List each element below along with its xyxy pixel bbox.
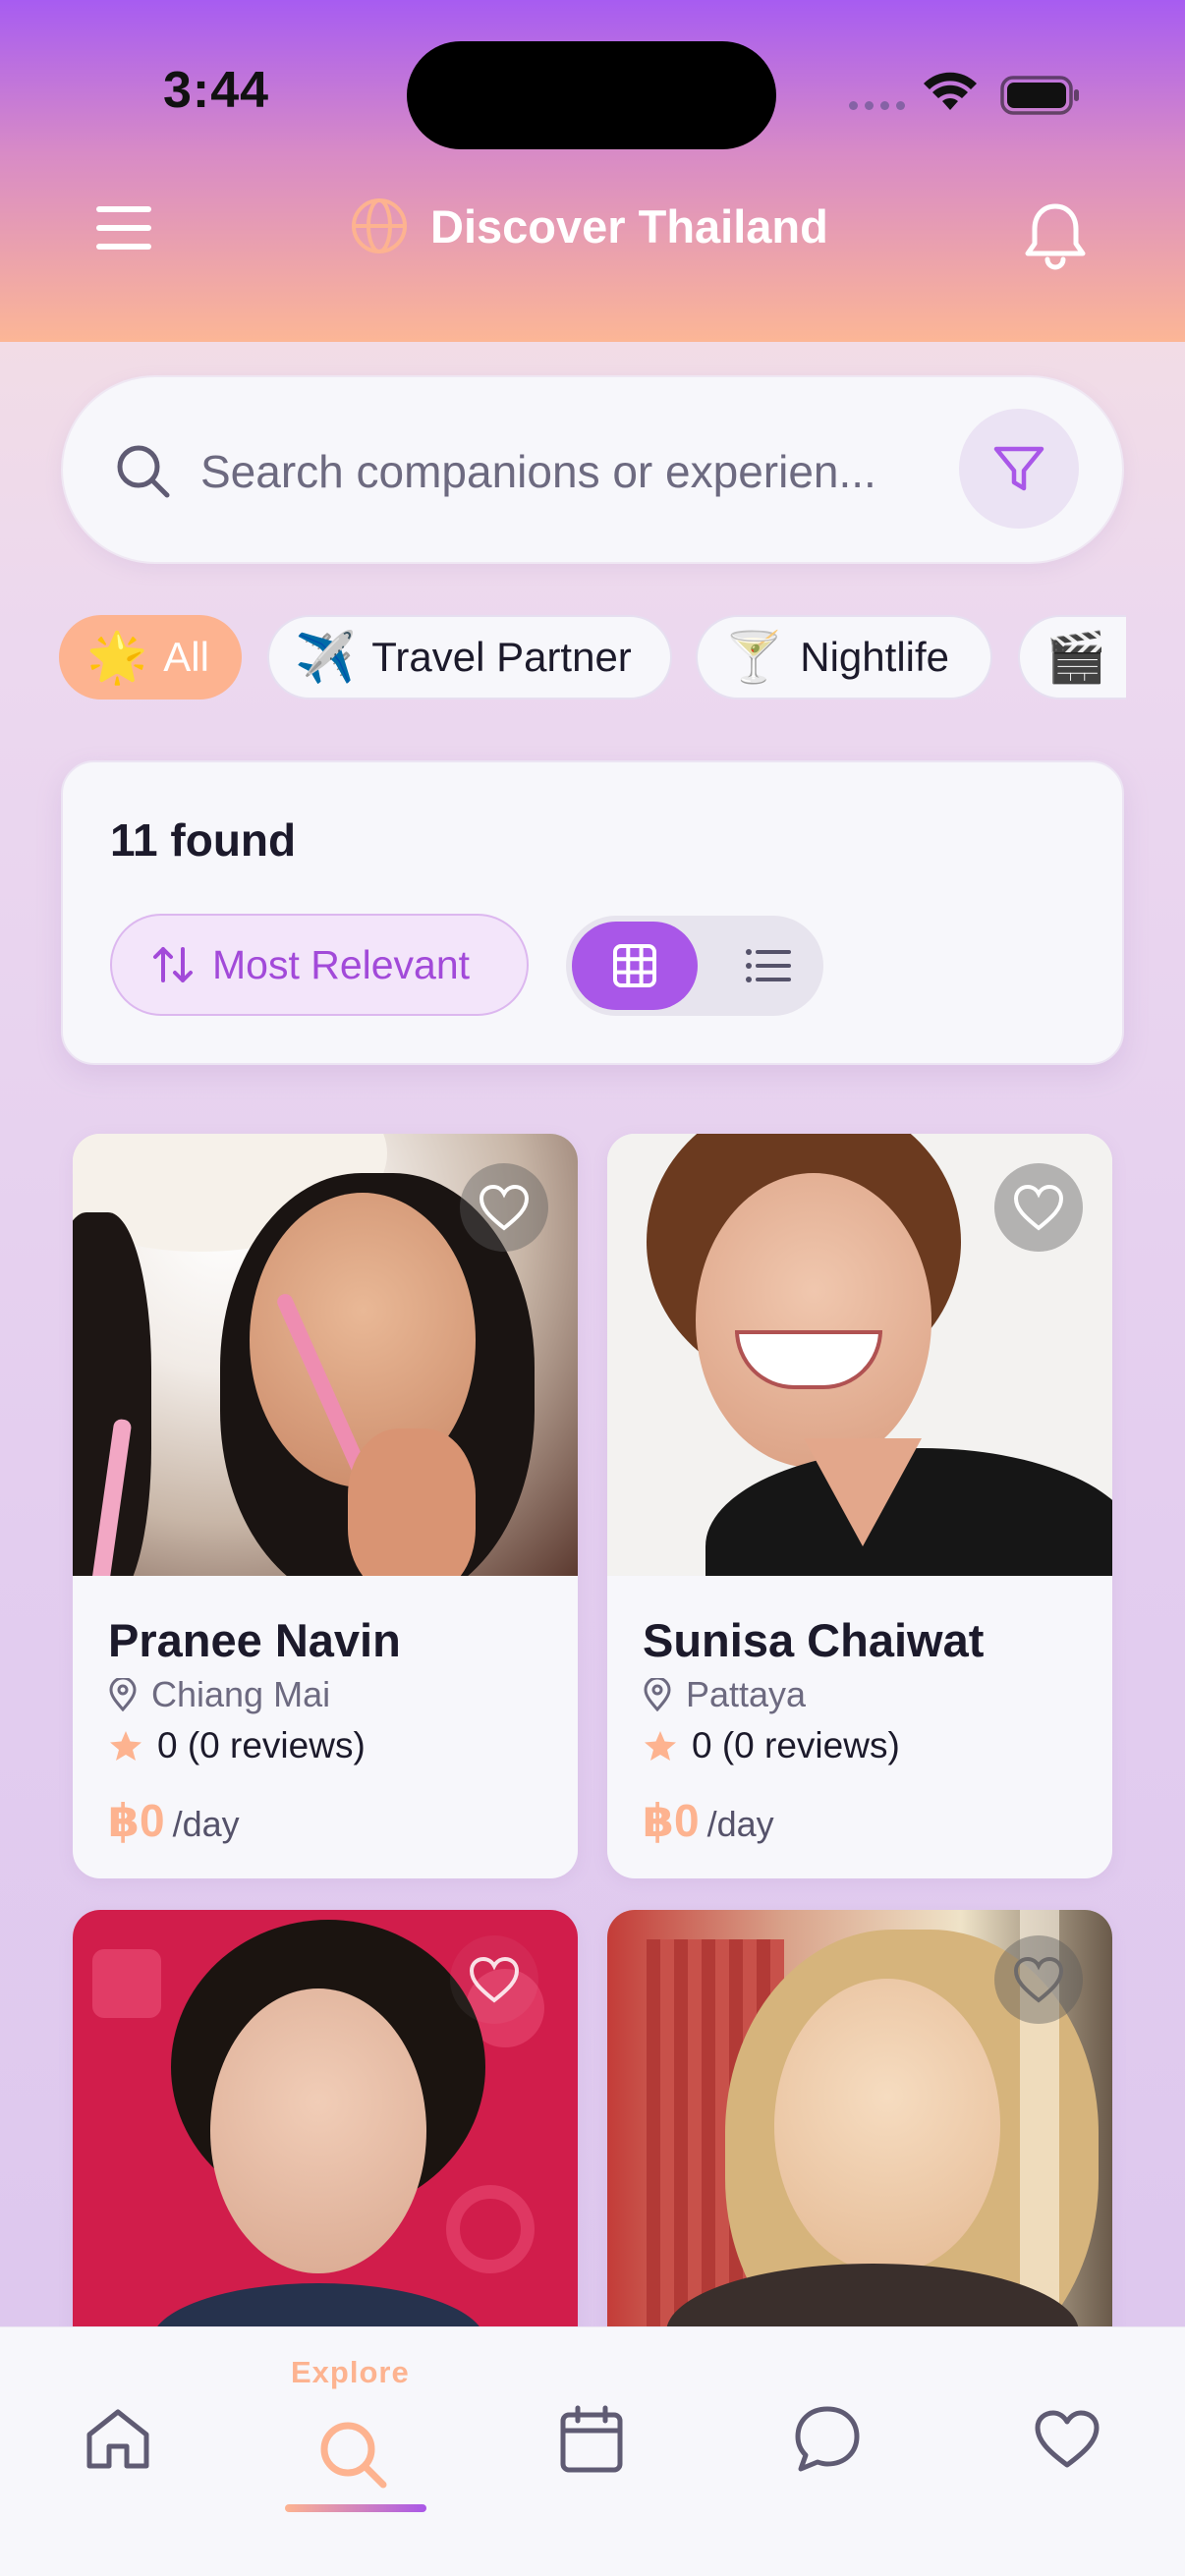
sort-label: Most Relevant [212,941,471,987]
chip-label: Travel Partner [371,634,632,680]
companion-card[interactable]: Pranee Navin Chiang Mai 0 (0 reviews) ฿0… [73,1134,578,1878]
cellular-signal-icon [849,101,905,110]
location-label: Chiang Mai [151,1674,331,1714]
star-icon [110,1731,141,1761]
results-toolbar: 11 found Most Relevant [61,760,1124,1065]
chip-travel-partner[interactable]: ✈️ Travel Partner [267,615,672,700]
battery-icon [1000,76,1079,115]
view-toggle [566,916,823,1016]
location-pin-icon [109,1678,137,1711]
price-unit: /day [172,1804,240,1844]
companion-rating: 0 (0 reviews) [108,1725,366,1766]
favorite-button[interactable] [994,1935,1083,2024]
home-icon [86,2409,149,2469]
menu-icon [96,206,151,212]
globe-icon [352,198,407,253]
search-bar [61,375,1124,564]
chip-label: Nightlife [800,634,950,680]
wifi-icon [924,72,977,110]
search-input[interactable] [200,434,1006,509]
chip-movies[interactable]: 🎬 [1018,615,1126,700]
chip-nightlife[interactable]: 🍸 Nightlife [696,615,992,700]
nav-active-indicator [285,2504,426,2512]
companion-name: Sunisa Chaiwat [643,1614,985,1666]
nav-calendar[interactable] [542,2390,641,2489]
star-emoji-icon: 🌟 [86,628,148,686]
location-label: Pattaya [686,1674,807,1714]
dynamic-island [407,41,776,149]
rating-label: 0 (0 reviews) [157,1725,366,1765]
companion-name: Pranee Navin [108,1614,401,1666]
list-view-button[interactable] [723,922,812,1010]
list-icon [746,949,791,982]
results-count: 11 found [110,814,297,866]
heart-icon [1035,2410,1100,2468]
nav-explore[interactable] [305,2406,403,2504]
chat-icon [795,2406,860,2472]
category-chips: 🌟 All ✈️ Travel Partner 🍸 Nightlife 🎬 [59,613,1126,703]
companion-rating: 0 (0 reviews) [643,1725,900,1766]
companion-location: Chiang Mai [108,1674,330,1715]
heart-icon [479,1184,530,1231]
bell-icon[interactable] [1022,200,1089,271]
sort-button[interactable]: Most Relevant [110,914,529,1016]
companion-card[interactable] [73,1910,578,2362]
app-header: 3:44 Discover Thailand [0,0,1185,342]
sort-arrows-icon [153,947,193,982]
price-value: ฿0 [108,1795,165,1846]
companion-price: ฿0 /day [643,1794,774,1847]
header-title-group: Discover Thailand [350,196,828,255]
calendar-icon [560,2405,623,2473]
favorite-button[interactable] [450,1935,538,2024]
filter-icon [993,446,1044,491]
nav-messages[interactable] [778,2390,876,2489]
companion-card[interactable] [607,1910,1112,2362]
filter-button[interactable] [959,409,1079,529]
grid-view-button[interactable] [572,922,698,1010]
cocktail-emoji-icon: 🍸 [723,628,785,686]
heart-icon [1013,1956,1064,2003]
nav-favorites[interactable] [1018,2390,1116,2489]
price-value: ฿0 [643,1795,700,1846]
menu-button[interactable] [96,206,165,261]
search-icon [117,445,170,498]
status-time: 3:44 [163,62,270,119]
chip-all[interactable]: 🌟 All [59,615,242,700]
nav-home[interactable] [69,2390,167,2489]
companion-location: Pattaya [643,1674,806,1715]
heart-icon [469,1956,520,2003]
nav-active-label: Explore [291,2355,410,2389]
favorite-button[interactable] [460,1163,548,1252]
companion-card[interactable]: Sunisa Chaiwat Pattaya 0 (0 reviews) ฿0 … [607,1134,1112,1878]
favorite-button[interactable] [994,1163,1083,1252]
location-pin-icon [644,1678,671,1711]
companion-price: ฿0 /day [108,1794,240,1847]
chip-label: All [163,634,209,680]
search-icon [320,2422,387,2489]
heart-icon [1013,1184,1064,1231]
rating-label: 0 (0 reviews) [692,1725,900,1765]
grid-icon [613,944,656,987]
airplane-emoji-icon: ✈️ [295,628,357,686]
price-unit: /day [706,1804,774,1844]
page-title: Discover Thailand [430,199,828,252]
star-icon [645,1731,676,1761]
bottom-navigation: Explore [0,2326,1185,2576]
clapper-emoji-icon: 🎬 [1045,628,1107,686]
